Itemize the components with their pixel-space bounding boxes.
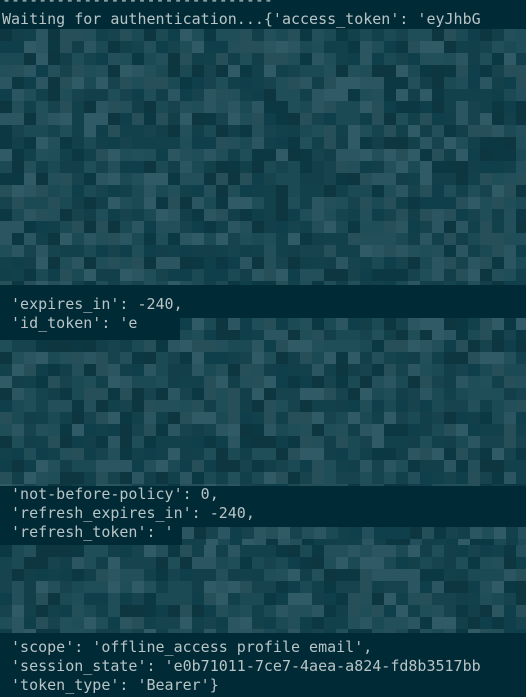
waiting-for-auth-line: Waiting for authentication...{'access_to…: [2, 10, 481, 28]
pixelated-refresh-token: [0, 545, 526, 633]
refresh-token-line: 'refresh_token': ': [2, 523, 174, 541]
pixelated-id-token: [0, 340, 526, 486]
session-state-line: 'session_state': 'e0b71011-7ce7-4aea-a82…: [2, 657, 481, 675]
token-type-line: 'token_type': 'Bearer'}: [2, 676, 219, 694]
pixelated-id-token-start: [180, 318, 526, 340]
refresh-expires-in-line: 'refresh_expires_in': -240,: [2, 504, 255, 522]
pixelated-access-token: [0, 29, 526, 285]
pixelated-refresh-token-start: [182, 527, 526, 547]
separator-line: ------------------------------: [2, 0, 273, 9]
not-before-policy-line: 'not-before-policy': 0,: [2, 485, 219, 503]
expires-in-line: 'expires_in': -240,: [2, 295, 183, 313]
terminal-window[interactable]: ------------------------------ Waiting f…: [0, 0, 526, 697]
id-token-line: 'id_token': 'e: [2, 314, 138, 332]
scope-line: 'scope': 'offline_access profile email',: [2, 638, 373, 656]
